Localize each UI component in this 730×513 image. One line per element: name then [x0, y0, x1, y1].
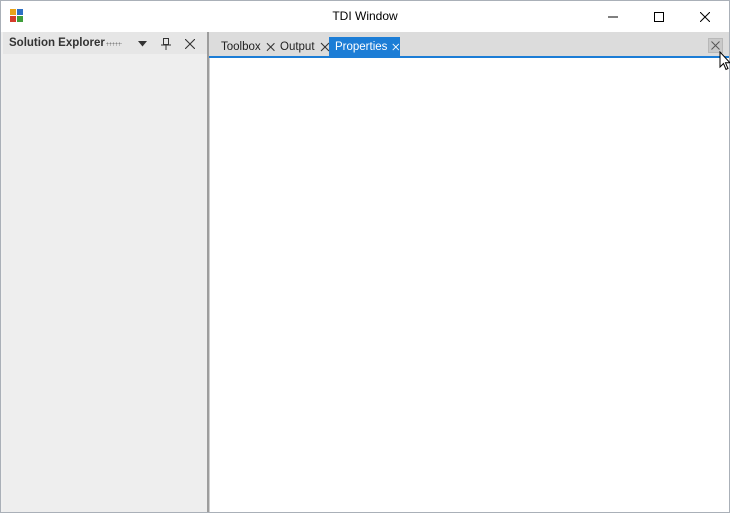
document-content[interactable]: [209, 58, 729, 512]
dock-menu-button[interactable]: [134, 36, 150, 52]
tab-toolbox[interactable]: Toolbox: [215, 37, 275, 57]
tab-strip: Toolbox Output Properties: [209, 32, 729, 57]
tab-label: Properties: [335, 41, 388, 53]
app-window: TDI Window Solution Explorer Toolbox Out…: [0, 0, 730, 513]
close-icon: [700, 11, 710, 22]
tab-properties[interactable]: Properties: [329, 37, 400, 57]
maximize-icon: [654, 11, 664, 22]
mouse-cursor-icon: [719, 51, 730, 71]
solution-explorer-panel: Solution Explorer: [3, 32, 207, 512]
dock-panel-header[interactable]: Solution Explorer: [3, 32, 207, 54]
maximize-button[interactable]: [636, 1, 682, 32]
close-icon: [711, 41, 720, 50]
dock-pin-button[interactable]: [158, 36, 174, 52]
dropdown-icon: [137, 41, 147, 47]
document-area: Toolbox Output Properties: [209, 32, 729, 512]
tab-label: Toolbox: [221, 41, 261, 53]
close-icon[interactable]: [392, 42, 400, 52]
dock-panel-title: Solution Explorer: [9, 37, 105, 49]
window-close-button[interactable]: [682, 1, 728, 32]
close-icon: [185, 39, 195, 49]
dock-close-button[interactable]: [182, 36, 198, 52]
title-bar[interactable]: TDI Window: [1, 1, 729, 32]
tab-output[interactable]: Output: [274, 37, 330, 57]
pin-icon: [161, 38, 171, 50]
grip-icon: [106, 42, 122, 46]
tab-label: Output: [280, 41, 315, 53]
minimize-button[interactable]: [590, 1, 636, 32]
minimize-icon: [608, 16, 618, 17]
